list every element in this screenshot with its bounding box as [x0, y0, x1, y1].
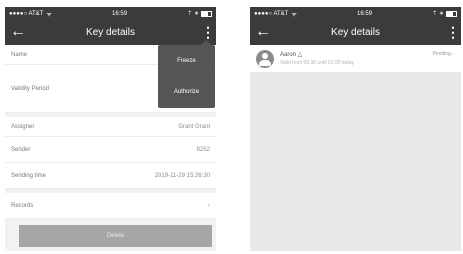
- status-badge: Pending...: [432, 51, 455, 57]
- carrier-text: ●●●●○ AT&T: [9, 10, 44, 17]
- status-time: 16:59: [112, 10, 128, 17]
- bluetooth-icon: ⇡ ∗: [187, 11, 199, 17]
- sending-time-row: Sending time 2019-11-29 15:26:30: [5, 163, 216, 189]
- avatar-icon: [256, 49, 274, 68]
- sender-value: 8252: [196, 146, 210, 153]
- freeze-menu-item[interactable]: Freeze: [158, 45, 215, 76]
- status-bar: ●●●●○ AT&T ᯤ 16:59 ⇡ ∗: [250, 7, 461, 20]
- assigner-value: Grant Grant: [178, 123, 210, 130]
- status-bar: ●●●●○ AT&T ᯤ 16:59 ⇡ ∗: [5, 7, 216, 20]
- assigner-label: Assigner: [11, 123, 35, 130]
- delete-button[interactable]: Delete: [19, 225, 212, 247]
- record-list-item[interactable]: Aaron △ Valid from 09:30 until 01:00 tod…: [250, 45, 461, 72]
- sender-label: Sender: [11, 146, 31, 153]
- status-time: 16:59: [357, 10, 373, 17]
- wifi-icon: ᯤ: [291, 11, 297, 18]
- nav-bar: ← Key details ⋮: [250, 20, 461, 45]
- records-label: Records: [11, 202, 34, 209]
- more-options-icon[interactable]: ⋮: [446, 23, 460, 41]
- options-popup-menu: Freeze Authorize: [158, 40, 215, 108]
- back-arrow-icon[interactable]: ←: [9, 23, 27, 41]
- phone-right-screen: ●●●●○ AT&T ᯤ 16:59 ⇡ ∗ ← Key details ⋮ A…: [250, 7, 461, 251]
- sending-time-value: 2019-11-29 15:26:30: [154, 172, 210, 179]
- page-title: Key details: [86, 27, 135, 38]
- validity-period-label: Validity Period: [11, 85, 49, 92]
- nav-bar: ← Key details ⋮: [5, 20, 216, 45]
- record-name: Aaron △: [280, 51, 303, 58]
- sending-time-label: Sending time: [11, 172, 47, 179]
- assigner-row: Assigner Grant Grant: [5, 117, 216, 137]
- records-row[interactable]: Records ›: [5, 193, 216, 219]
- phone-left-screen: ●●●●○ AT&T ᯤ 16:59 ⇡ ∗ ← Key details ⋮ N…: [5, 7, 216, 251]
- battery-icon: [201, 10, 212, 17]
- name-label: Name: [11, 51, 28, 58]
- wifi-icon: ᯤ: [46, 11, 52, 18]
- carrier-text: ●●●●○ AT&T: [254, 10, 289, 17]
- page-title: Key details: [331, 27, 380, 38]
- record-subtitle: Valid from 09:30 until 01:00 today: [280, 59, 355, 66]
- sender-row: Sender 8252: [5, 137, 216, 163]
- bluetooth-icon: ⇡ ∗: [432, 11, 444, 17]
- more-options-icon[interactable]: ⋮: [201, 23, 215, 41]
- back-arrow-icon[interactable]: ←: [254, 23, 272, 41]
- authorize-menu-item[interactable]: Authorize: [158, 76, 215, 107]
- chevron-right-icon: ›: [208, 202, 210, 209]
- battery-icon: [446, 10, 457, 17]
